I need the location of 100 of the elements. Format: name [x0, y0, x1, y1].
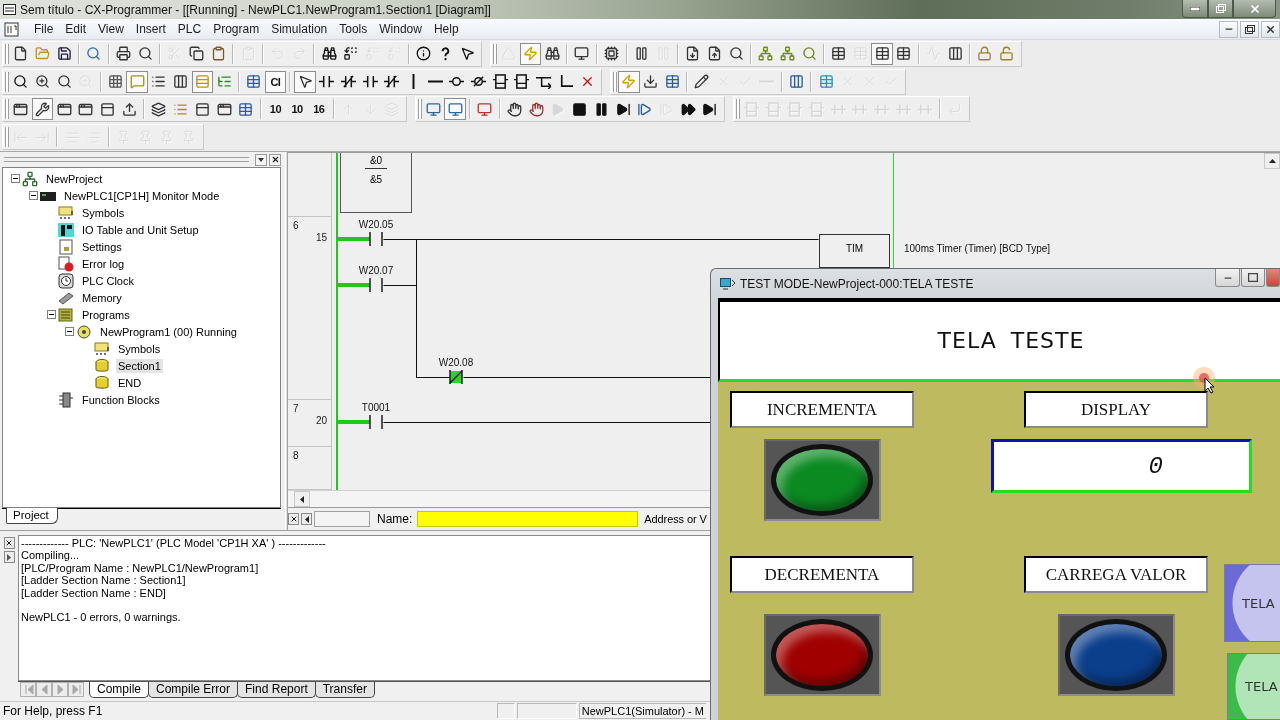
window-title: Sem título - CX-Programmer - [[Running] - NewPLC1.NewProgram1.Section1 [Diagram]] [20, 2, 491, 17]
collapse-icon[interactable] [11, 174, 20, 183]
sheet-tab[interactable]: Transfer [314, 682, 375, 698]
menu-item[interactable]: Help [427, 22, 465, 36]
menu-item[interactable]: Insert [129, 22, 172, 36]
menu-item[interactable]: PLC [171, 22, 208, 36]
toolbar-button[interactable] [31, 98, 54, 121]
undo-arrow-icon [270, 46, 286, 62]
push-button[interactable] [1057, 614, 1175, 696]
panel-close-button[interactable] [269, 153, 281, 166]
scroll-left-button[interactable] [294, 491, 310, 507]
tree-item[interactable]: Function Blocks [80, 392, 162, 407]
contact-icon[interactable] [369, 278, 383, 292]
tree-item[interactable]: END [116, 375, 144, 390]
collapse-icon[interactable] [47, 310, 56, 319]
toolbar-button[interactable]: 16 [307, 98, 330, 121]
panel-menu-button[interactable] [255, 153, 267, 166]
tray-download-icon [642, 74, 658, 90]
tree-item[interactable]: Section1 [116, 358, 163, 373]
open-folder-icon [35, 46, 51, 62]
grid-icon [108, 74, 124, 90]
toolbar-grip[interactable] [415, 99, 419, 120]
contact-icon[interactable] [369, 232, 383, 246]
tree-item[interactable]: IO Table and Unit Setup [80, 222, 201, 237]
menu-item[interactable]: Window [373, 22, 428, 36]
menu-item[interactable]: View [92, 22, 130, 36]
restore-button[interactable] [1240, 20, 1259, 38]
toolbar-button[interactable] [294, 70, 316, 93]
toolbar-grip[interactable] [3, 43, 6, 64]
instruction-box-icon [743, 101, 759, 117]
close-button[interactable] [1261, 20, 1280, 38]
push-button[interactable] [763, 614, 881, 696]
contact-icon[interactable] [369, 415, 383, 429]
maximize-button[interactable] [1208, 0, 1233, 18]
magnifier-icon [801, 46, 817, 62]
menu-item[interactable]: Edit [59, 22, 93, 36]
menu-item[interactable]: Tools [333, 22, 374, 36]
lines-icon [64, 129, 80, 145]
horizontal-scrollbar[interactable] [288, 490, 710, 507]
arrow-pointer-icon [297, 74, 313, 90]
close-button[interactable] [288, 513, 299, 525]
redo-arrow-icon [291, 46, 307, 62]
tree-item[interactable]: Symbols [116, 341, 163, 356]
scissors-icon [167, 46, 183, 62]
restore-icon [1244, 24, 1255, 34]
left-button[interactable] [301, 513, 312, 525]
tree-item[interactable]: NewProgram1 (00) Running [98, 324, 239, 339]
collapse-icon[interactable] [65, 327, 74, 336]
maximize-button[interactable] [1241, 269, 1265, 287]
hand-icon [507, 101, 523, 117]
toolbar-grip[interactable] [491, 43, 495, 64]
tree-item[interactable]: NewProject [44, 171, 105, 186]
name-field[interactable] [417, 511, 639, 527]
toolbar-button[interactable]: 10 [264, 98, 287, 121]
scroll-up-button[interactable] [1264, 153, 1280, 169]
monitor-icon [426, 101, 442, 117]
menu-item[interactable]: Program [207, 22, 266, 36]
toolbar-grip[interactable] [3, 99, 6, 120]
pin-icon [137, 129, 153, 145]
tree-item[interactable]: NewPLC1[CP1H] Monitor Mode [62, 188, 222, 203]
panel-icon [100, 101, 116, 117]
screen-switch-button[interactable]: TELA [1224, 564, 1280, 642]
close-button[interactable] [3, 537, 15, 549]
control-label: DISPLAY [1024, 391, 1208, 428]
binoculars-icon [544, 46, 560, 62]
contact-address: T0001 [361, 402, 391, 414]
closed-contact-icon[interactable] [449, 370, 463, 384]
push-button[interactable] [763, 439, 881, 521]
toolbar-grip[interactable] [3, 127, 6, 148]
log-line: [PLC/Program Name : NewPLC1/NewProgram1] [21, 561, 259, 575]
menu-item[interactable]: Simulation [265, 22, 334, 36]
sheet-tab[interactable]: Compile Error [148, 682, 239, 698]
input-field[interactable] [314, 511, 370, 527]
toolbar-button[interactable]: CI [264, 70, 287, 93]
tree-item[interactable]: Symbols [80, 205, 127, 220]
panel-tab[interactable]: Project [6, 508, 58, 524]
toolbar-button[interactable]: 10 [286, 98, 308, 121]
expand-button[interactable] [3, 551, 15, 563]
list-icon [173, 101, 189, 117]
toolbar-grip[interactable] [610, 71, 614, 92]
tree-item[interactable]: PLC Clock [80, 273, 136, 288]
tree-item[interactable]: Programs [80, 307, 132, 322]
sheet-tab[interactable]: Find Report [237, 682, 316, 698]
menu-item[interactable]: File [28, 22, 60, 36]
minimize-button[interactable] [1182, 0, 1208, 18]
collapse-icon[interactable] [29, 191, 38, 200]
open-padlock-icon [999, 46, 1015, 62]
tree-item[interactable]: Memory [80, 290, 124, 305]
network-icon [22, 170, 38, 187]
screen-switch-button[interactable]: TELA [1227, 653, 1280, 720]
toolbar-grip[interactable] [733, 99, 737, 120]
right-triangle-icon [7, 553, 11, 561]
toolbar-grip[interactable] [3, 71, 6, 92]
pause-icon [633, 46, 649, 62]
stack-icon [151, 101, 167, 117]
toolbar-button[interactable] [871, 42, 894, 65]
skip-to-end-icon [702, 101, 718, 117]
tree-item[interactable]: Settings [80, 239, 124, 254]
sheet-tab[interactable]: Compile [89, 682, 149, 698]
tree-item[interactable]: Error log [80, 256, 127, 271]
